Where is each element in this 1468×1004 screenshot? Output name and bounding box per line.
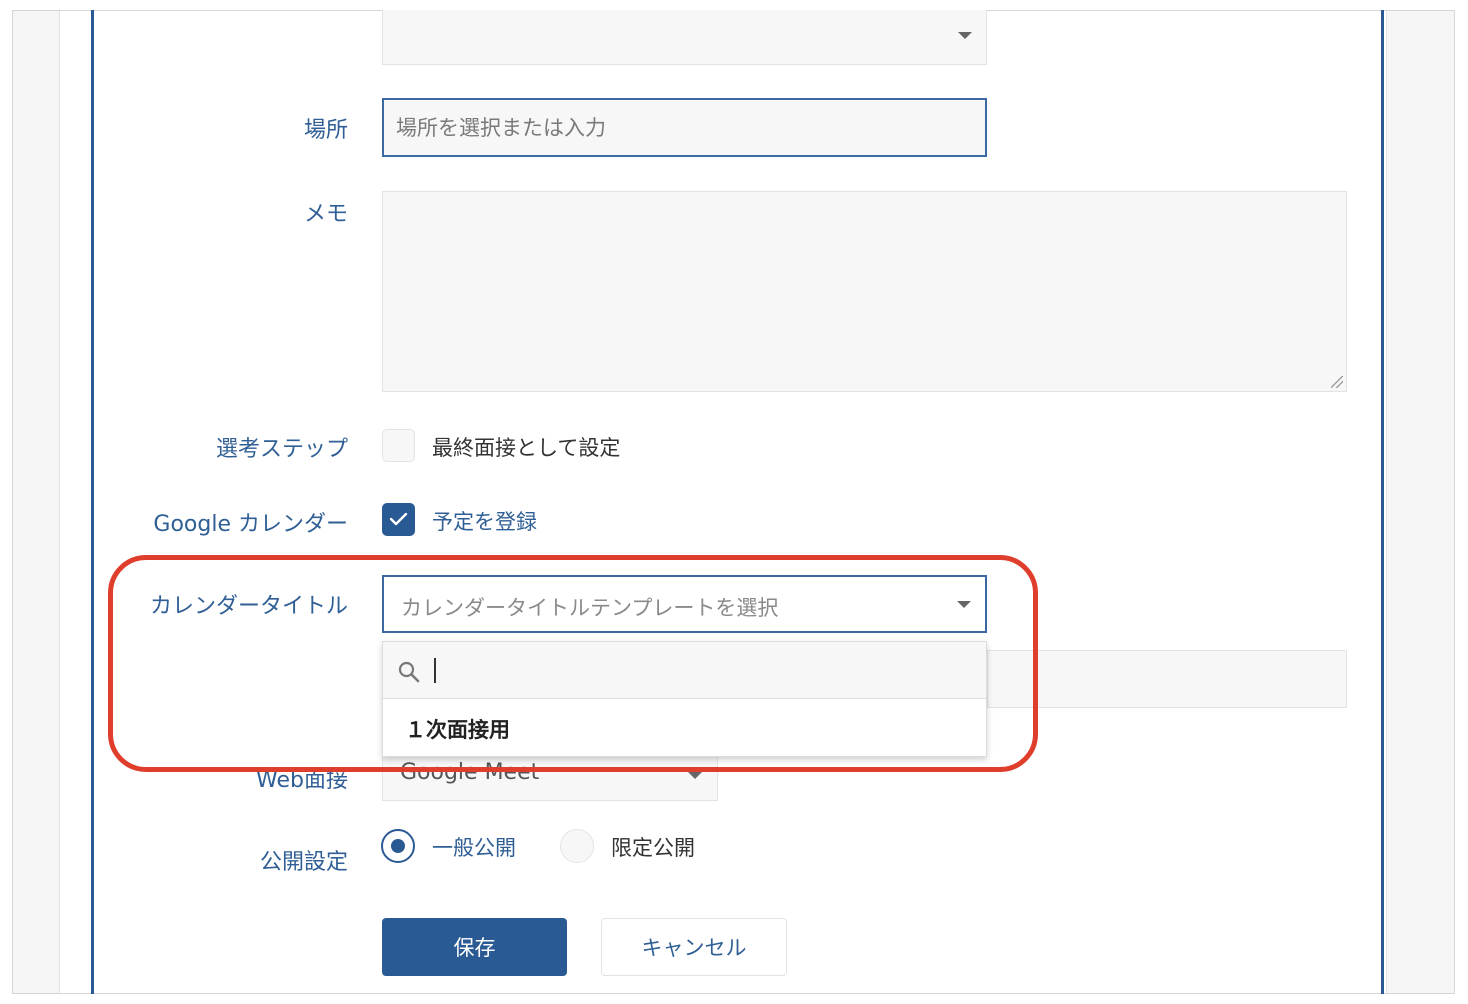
public-radio[interactable] — [381, 829, 415, 863]
check-icon — [389, 512, 408, 526]
selection-step-label: 選考ステップ — [215, 437, 348, 462]
location-label: 場所 — [303, 118, 348, 143]
web-interview-label: Web面接 — [256, 768, 348, 793]
calendar-title-placeholder: カレンダータイトルテンプレートを選択 — [401, 596, 779, 620]
calendar-title-dropdown: １次面接用 — [382, 641, 987, 757]
dropdown-search-input[interactable] — [383, 642, 986, 699]
chevron-down-icon — [957, 601, 971, 608]
search-icon — [398, 661, 420, 683]
calendar-title-select[interactable]: カレンダータイトルテンプレートを選択 — [382, 575, 987, 633]
google-calendar-label: Google カレンダー — [153, 512, 348, 537]
form-border-right — [1381, 10, 1384, 994]
register-event-option-label: 予定を登録 — [432, 510, 537, 534]
public-option-label: 一般公開 — [432, 836, 516, 860]
browser-frame — [12, 10, 1455, 994]
cancel-button[interactable]: キャンセル — [601, 918, 787, 976]
form-panel — [59, 11, 1387, 993]
save-button[interactable]: 保存 — [382, 918, 567, 976]
web-interview-value: Google Meet — [400, 760, 540, 785]
limited-radio[interactable] — [560, 829, 594, 863]
form-border-left — [91, 10, 94, 994]
calendar-title-text-field[interactable] — [987, 650, 1347, 708]
final-interview-checkbox[interactable] — [382, 429, 415, 462]
memo-textarea[interactable] — [382, 191, 1347, 392]
calendar-title-label: カレンダータイトル — [149, 594, 348, 619]
text-cursor — [434, 658, 436, 683]
previous-select[interactable] — [382, 10, 987, 65]
visibility-label: 公開設定 — [259, 850, 348, 875]
resize-handle-icon[interactable] — [1331, 376, 1343, 388]
dropdown-option[interactable]: １次面接用 — [405, 714, 510, 744]
register-event-checkbox[interactable] — [382, 503, 415, 536]
memo-label: メモ — [303, 202, 348, 227]
limited-option-label: 限定公開 — [611, 836, 695, 860]
chevron-down-icon — [688, 772, 702, 779]
chevron-down-icon — [958, 32, 972, 39]
location-input[interactable] — [382, 98, 987, 157]
final-interview-option-label: 最終面接として設定 — [432, 436, 621, 460]
web-interview-select[interactable]: Google Meet — [382, 755, 718, 801]
